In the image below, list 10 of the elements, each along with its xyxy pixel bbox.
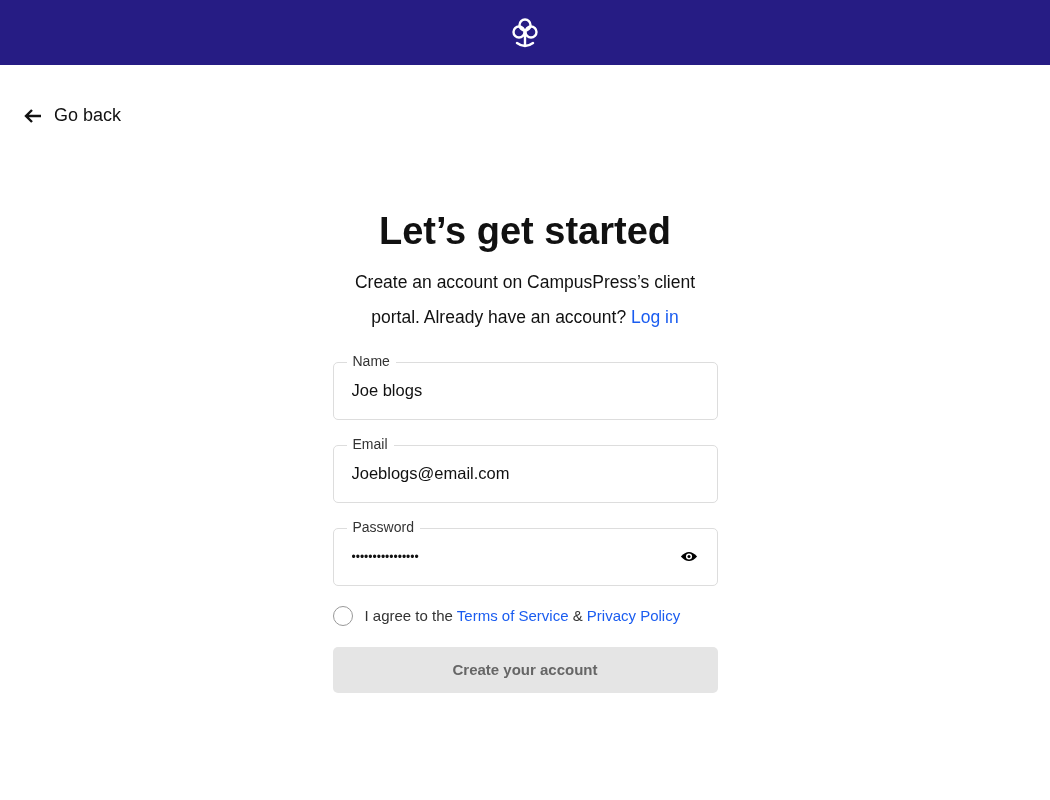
go-back-label: Go back (54, 105, 122, 126)
privacy-link[interactable]: Privacy Policy (586, 607, 681, 624)
log-in-link[interactable]: Log in (631, 306, 679, 327)
agreement-text: I agree to the Terms of Service & Privacy Policy (364, 607, 681, 624)
terms-link[interactable]: Terms of Service (456, 607, 569, 624)
arrow-left-icon (24, 107, 42, 124)
intro-text: Create an account on CampusPress’s client portal. Already have an account? Log in (353, 270, 697, 329)
go-back-link[interactable]: Go back (24, 105, 122, 126)
page-title: Let’s get started (377, 209, 673, 253)
eye-icon[interactable] (679, 549, 698, 563)
